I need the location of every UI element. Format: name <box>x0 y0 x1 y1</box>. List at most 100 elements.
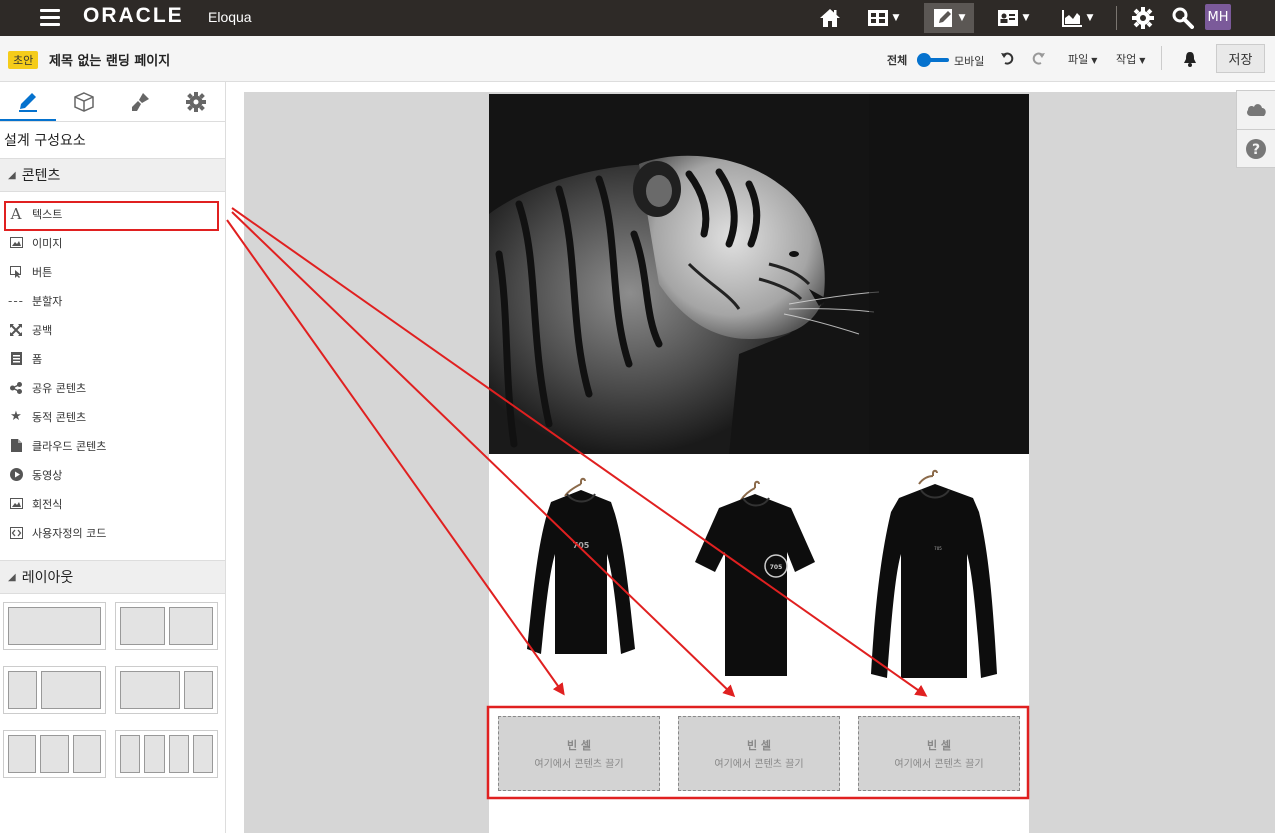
sidebar-item-label: 폼 <box>32 352 43 366</box>
bell-icon[interactable] <box>1183 51 1197 71</box>
collapse-triangle-icon: ◢ <box>8 571 16 583</box>
sidebar-item-spacer[interactable]: 공백 <box>0 315 225 344</box>
sidebar-item-video[interactable]: 동영상 <box>0 460 225 489</box>
sidebar-item-text[interactable]: A 텍스트 <box>0 199 225 228</box>
help-icon[interactable]: ? <box>1246 139 1266 163</box>
sidebar-item-dynamic-content[interactable]: ★ 동적 콘텐츠 <box>0 402 225 431</box>
sidebar-item-label: 회전식 <box>32 497 63 511</box>
chevron-down-icon: ▼ <box>892 13 900 23</box>
tool-divider <box>1237 129 1275 130</box>
home-icon[interactable] <box>815 3 845 33</box>
hamburger-menu-icon[interactable] <box>40 9 60 27</box>
design-icon <box>933 9 952 27</box>
settings-icon[interactable] <box>1128 3 1158 33</box>
save-button[interactable]: 저장 <box>1216 44 1265 73</box>
empty-cell-hint: 여기에서 콘텐츠 끌기 <box>534 759 624 770</box>
analytics-icon <box>1061 10 1082 27</box>
carousel-icon <box>0 498 32 509</box>
app-name: Eloqua <box>208 9 252 25</box>
spacer-icon <box>0 323 32 336</box>
dashboard-menu-button[interactable]: ▼ <box>860 3 906 33</box>
cloud-icon[interactable] <box>1245 101 1267 121</box>
sidebar-item-cloud-content[interactable]: 클라우드 콘텐츠 <box>0 431 225 460</box>
chevron-down-icon: ▼ <box>1022 13 1030 23</box>
gear-icon <box>186 92 206 112</box>
sidebar-tabs <box>0 82 225 122</box>
code-icon <box>0 526 32 539</box>
status-badge: 초안 <box>8 51 39 69</box>
share-icon <box>0 381 32 394</box>
empty-cell-title: 빈 셀 <box>566 739 592 752</box>
shirt-print-1: 705 <box>573 541 590 550</box>
tab-style[interactable] <box>112 82 168 122</box>
right-tool-panel: ? <box>1236 90 1275 168</box>
dashboard-icon <box>867 10 888 26</box>
play-icon <box>0 468 32 481</box>
view-toggle[interactable] <box>917 53 949 67</box>
design-menu-button[interactable]: ▼ <box>924 3 974 33</box>
undo-icon[interactable] <box>1000 50 1016 70</box>
sidebar-item-image[interactable]: 이미지 <box>0 228 225 257</box>
redo-icon[interactable] <box>1030 50 1046 70</box>
view-full-label[interactable]: 전체 <box>887 52 907 68</box>
empty-cell-1[interactable]: 빈 셀 여기에서 콘텐츠 끌기 <box>498 716 660 791</box>
chevron-down-icon: ▼ <box>1139 56 1146 65</box>
sidebar-item-divider[interactable]: --- 분할자 <box>0 286 225 315</box>
star-icon: ★ <box>10 409 22 424</box>
layout-four-column[interactable] <box>115 730 218 778</box>
action-menu[interactable]: 작업 ▼ <box>1116 51 1145 67</box>
section-title: 설계 구성요소 <box>4 133 86 149</box>
sidebar-item-shared-content[interactable]: 공유 콘텐츠 <box>0 373 225 402</box>
tab-assets[interactable] <box>56 82 112 122</box>
top-navigation-bar: ORACLE Eloqua ▼ ▼ ▼ ▼ MH <box>0 0 1275 36</box>
view-mobile-label[interactable]: 모바일 <box>954 53 984 69</box>
contacts-menu-button[interactable]: ▼ <box>990 3 1036 33</box>
empty-cell-title: 빈 셀 <box>746 739 772 752</box>
file-menu[interactable]: 파일 ▼ <box>1068 51 1097 67</box>
action-menu-label: 작업 <box>1116 53 1137 66</box>
file-menu-label: 파일 <box>1068 53 1089 66</box>
hero-image[interactable] <box>489 94 1029 454</box>
tabs-divider <box>0 121 225 122</box>
empty-cell-3[interactable]: 빈 셀 여기에서 콘텐츠 끌기 <box>858 716 1020 791</box>
layout-group-label: 레이아웃 <box>21 570 74 586</box>
tiger-image <box>489 94 1029 454</box>
cube-icon <box>74 92 94 112</box>
paintbrush-icon <box>132 93 149 111</box>
empty-cell-2[interactable]: 빈 셀 여기에서 콘텐츠 끌기 <box>678 716 840 791</box>
layout-group-header[interactable]: ◢ 레이아웃 <box>0 560 225 594</box>
analytics-menu-button[interactable]: ▼ <box>1054 3 1100 33</box>
layout-left-sidebar[interactable] <box>3 666 106 714</box>
svg-text:?: ? <box>1252 142 1260 158</box>
collapse-triangle-icon: ◢ <box>8 169 16 181</box>
sidebar-item-label: 동영상 <box>32 468 63 482</box>
oracle-logo: ORACLE <box>83 4 184 27</box>
sidebar-item-custom-code[interactable]: 사용자정의 코드 <box>0 518 225 547</box>
user-avatar[interactable]: MH <box>1205 4 1231 30</box>
product-image-row[interactable]: 705 705 705 <box>489 454 1029 700</box>
sidebar-item-button[interactable]: 버튼 <box>0 257 225 286</box>
content-group-header[interactable]: ◢ 콘텐츠 <box>0 158 225 192</box>
chevron-down-icon: ▼ <box>958 13 966 23</box>
sidebar-item-form[interactable]: 폼 <box>0 344 225 373</box>
layout-three-column[interactable] <box>3 730 106 778</box>
search-icon[interactable] <box>1168 3 1198 33</box>
page-title[interactable]: 제목 없는 랜딩 페이지 <box>49 50 170 69</box>
text-icon: A <box>10 204 22 223</box>
toolbar-divider <box>1161 46 1162 70</box>
tab-settings[interactable] <box>168 82 224 122</box>
form-icon <box>0 352 32 365</box>
sidebar-item-label: 동적 콘텐츠 <box>32 410 87 424</box>
cloud-file-icon <box>0 439 32 452</box>
layout-one-column[interactable] <box>3 602 106 650</box>
chevron-down-icon: ▼ <box>1091 56 1098 65</box>
sidebar-item-label: 사용자정의 코드 <box>32 526 107 540</box>
divider-icon: --- <box>8 293 24 308</box>
layout-right-sidebar[interactable] <box>115 666 218 714</box>
shirt-print-3: 705 <box>934 546 942 551</box>
sidebar-item-label: 버튼 <box>32 265 53 279</box>
sidebar-item-carousel[interactable]: 회전식 <box>0 489 225 518</box>
layout-two-column[interactable] <box>115 602 218 650</box>
tab-design[interactable] <box>0 82 56 122</box>
sidebar-item-label: 분할자 <box>32 294 63 308</box>
